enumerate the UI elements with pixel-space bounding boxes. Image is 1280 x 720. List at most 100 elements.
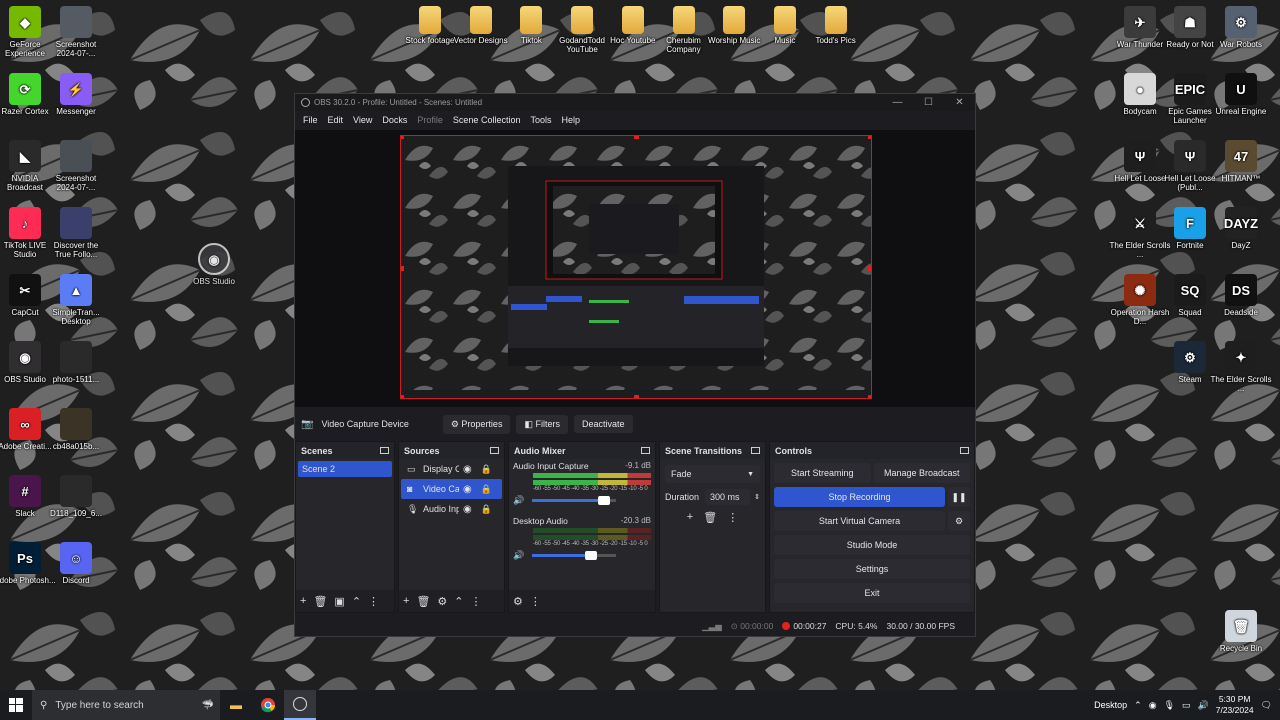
maximize-button[interactable]: ☐	[913, 97, 944, 108]
preview-canvas[interactable]	[295, 130, 975, 407]
scene-item[interactable]: Scene 2	[298, 461, 392, 477]
pause-recording-button[interactable]: ❚❚	[948, 487, 970, 507]
menu-edit[interactable]: Edit	[323, 115, 349, 125]
desktop-icon[interactable]: ✦ The Elder Scrolls ...	[1210, 341, 1272, 393]
resize-handle[interactable]	[868, 136, 871, 139]
visibility-eye-icon[interactable]: ◉	[463, 504, 472, 515]
speaker-icon[interactable]: 🔊	[513, 495, 524, 506]
lock-icon[interactable]: 🔒	[481, 504, 492, 515]
menu-tools[interactable]: Tools	[525, 115, 556, 125]
desktop-icon[interactable]: ⚡ Messenger	[45, 73, 107, 116]
remove-scene-button[interactable]: 🗑	[313, 595, 327, 608]
undock-icon[interactable]	[490, 447, 499, 454]
lock-icon[interactable]: 🔒	[481, 484, 492, 495]
transition-select[interactable]: Fade ▼	[665, 465, 760, 483]
file-explorer-icon[interactable]: ▬	[220, 690, 252, 720]
start-virtual-camera-button[interactable]: Start Virtual Camera	[774, 511, 945, 531]
resize-handle[interactable]	[401, 136, 404, 139]
notifications-icon[interactable]: 🗨	[1261, 700, 1272, 711]
add-scene-button[interactable]: +	[300, 595, 306, 607]
desktop-icon[interactable]: DAYZ DayZ	[1210, 207, 1272, 250]
undock-icon[interactable]	[380, 447, 389, 454]
visibility-eye-icon[interactable]: ◉	[463, 464, 472, 475]
deactivate-button[interactable]: Deactivate	[573, 415, 633, 433]
resize-handle[interactable]	[401, 266, 404, 271]
desktop-icon[interactable]: cb48a015b...	[45, 408, 107, 451]
remove-transition-button[interactable]: 🗑	[703, 511, 717, 524]
desktop-icon[interactable]: ☺ Discord	[45, 542, 107, 585]
move-source-up-button[interactable]: ⌃	[454, 595, 463, 608]
settings-button[interactable]: Settings	[774, 559, 970, 579]
desktop-icon[interactable]: Screenshot 2024-07-...	[45, 140, 107, 192]
obs-tray-icon[interactable]: ◉	[1149, 700, 1157, 711]
move-scene-up-button[interactable]: ⌃	[352, 595, 361, 608]
menu-docks[interactable]: Docks	[377, 115, 412, 125]
desktop-icon[interactable]: U Unreal Engine	[1210, 73, 1272, 116]
audio-settings-icon[interactable]: ⚙	[513, 595, 523, 608]
source-properties-button[interactable]: ⚙	[437, 595, 447, 608]
source-item-display-capture[interactable]: ▭ Display C ◉ 🔒	[401, 459, 502, 479]
clock[interactable]: 5:30 PM 7/23/2024	[1216, 694, 1254, 716]
start-button[interactable]	[0, 698, 32, 712]
speaker-icon[interactable]: 🔊	[513, 550, 524, 561]
volume-slider[interactable]	[532, 551, 617, 560]
desktop-icon[interactable]: ⚙ War Robots	[1210, 6, 1272, 49]
menu-view[interactable]: View	[348, 115, 377, 125]
manage-broadcast-button[interactable]: Manage Broadcast	[873, 463, 970, 483]
volume-slider-handle[interactable]	[597, 496, 610, 505]
close-window-button[interactable]: ✕	[944, 97, 975, 108]
volume-slider[interactable]	[532, 496, 617, 505]
desktop-icon[interactable]: Discover the True Follo...	[45, 207, 107, 259]
volume-icon[interactable]: 🔊	[1198, 700, 1209, 711]
more-options-icon[interactable]: ⋮	[530, 595, 541, 608]
volume-slider-handle[interactable]	[585, 551, 598, 560]
virtual-camera-settings-button[interactable]: ⚙	[948, 511, 970, 531]
studio-mode-button[interactable]: Studio Mode	[774, 535, 970, 555]
desktop-icon[interactable]: 🗑 Recycle Bin	[1210, 610, 1272, 653]
desktop-icon[interactable]: photo-1511...	[45, 341, 107, 384]
resize-handle[interactable]	[401, 395, 404, 398]
visibility-eye-icon[interactable]: ◉	[463, 484, 472, 495]
undock-icon[interactable]	[960, 447, 969, 454]
filters-button[interactable]: ◧ Filters	[516, 414, 568, 434]
minimize-button[interactable]: —	[882, 97, 913, 108]
source-item-video-capture[interactable]: ◙ Video Cap ◉ 🔒	[401, 479, 502, 499]
remove-source-button[interactable]: 🗑	[416, 595, 430, 608]
menu-help[interactable]: Help	[556, 115, 585, 125]
desktop-icon[interactable]: DS Deadside	[1210, 274, 1272, 317]
lock-icon[interactable]: 🔒	[481, 464, 492, 475]
microphone-tray-icon[interactable]: 🎙	[1164, 700, 1175, 711]
add-transition-button[interactable]: +	[687, 511, 693, 524]
more-options-icon[interactable]: ⋮	[471, 595, 482, 608]
obs-titlebar[interactable]: OBS 30.2.0 - Profile: Untitled - Scenes:…	[295, 94, 975, 111]
desktop-icon[interactable]: 47 HITMAN™	[1210, 140, 1272, 183]
start-streaming-button[interactable]: Start Streaming	[774, 463, 871, 483]
stepper-icon[interactable]: ⇕	[754, 493, 760, 501]
resize-handle[interactable]	[868, 395, 871, 398]
selected-source-preview[interactable]	[400, 135, 872, 399]
more-options-icon[interactable]: ⋮	[727, 511, 738, 524]
stop-recording-button[interactable]: Stop Recording	[774, 487, 945, 507]
menu-scene-collection[interactable]: Scene Collection	[448, 115, 526, 125]
exit-button[interactable]: Exit	[774, 583, 970, 603]
menu-file[interactable]: File	[298, 115, 323, 125]
undock-icon[interactable]	[751, 447, 760, 454]
menu-profile[interactable]: Profile	[412, 115, 448, 125]
desktop-icon[interactable]: ▲ SimpleTran... Desktop	[45, 274, 107, 326]
undock-icon[interactable]	[641, 447, 650, 454]
more-options-icon[interactable]: ⋮	[368, 595, 379, 608]
desktop-toolbar-label[interactable]: Desktop	[1094, 700, 1127, 710]
network-icon[interactable]: ▭	[1182, 700, 1191, 711]
desktop-folder[interactable]: Todd's Pics	[805, 6, 867, 45]
taskbar-search[interactable]: ⚲ Type here to search 🦈	[32, 690, 220, 720]
resize-handle[interactable]	[634, 395, 639, 398]
add-source-button[interactable]: +	[403, 595, 409, 607]
scene-filters-button[interactable]: ▣	[334, 595, 344, 608]
resize-handle[interactable]	[634, 136, 639, 139]
properties-button[interactable]: ⚙ Properties	[442, 414, 511, 434]
source-item-audio-input[interactable]: 🎙 Audio Inp ◉ 🔒	[401, 499, 502, 519]
duration-input[interactable]: 300 ms	[705, 489, 751, 505]
desktop-icon[interactable]: D118_109_6...	[45, 475, 107, 518]
chevron-up-icon[interactable]: ⌃	[1134, 700, 1142, 711]
obs-window[interactable]: OBS 30.2.0 - Profile: Untitled - Scenes:…	[294, 93, 976, 637]
